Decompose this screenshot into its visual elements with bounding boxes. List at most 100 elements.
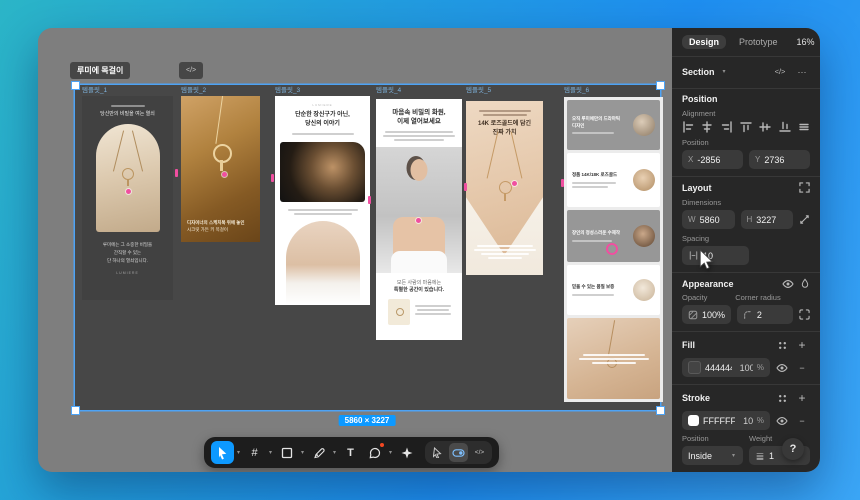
remove-stroke-icon[interactable]: −: [794, 413, 810, 429]
eye-icon[interactable]: [782, 279, 794, 289]
x-position-input[interactable]: X -2856: [682, 150, 743, 169]
dev-mode-toggle[interactable]: [449, 443, 468, 462]
copy-code-icon[interactable]: </>: [772, 64, 788, 80]
notification-dot: [380, 443, 384, 447]
independent-corners-icon[interactable]: [799, 309, 810, 320]
pendant-marker-ring: [606, 243, 618, 255]
tab-design[interactable]: Design: [682, 35, 726, 49]
fill-visibility-eye-icon[interactable]: [776, 363, 788, 373]
tab-prototype[interactable]: Prototype: [732, 35, 785, 49]
frame3-craft-photo: [280, 142, 365, 202]
text-tool[interactable]: T: [339, 441, 362, 464]
move-tool[interactable]: [211, 441, 234, 464]
stroke-color-swatch[interactable]: [688, 415, 699, 426]
spacing-label: Spacing: [682, 234, 810, 243]
section-name-chip[interactable]: 루미에 목걸이: [70, 62, 130, 79]
card-title: 정품 14K/18K 로즈골드: [572, 172, 624, 178]
zoom-level[interactable]: 16%: [797, 37, 815, 47]
feature-card: 정품 14K/18K 로즈골드: [567, 153, 660, 207]
height-input[interactable]: H 3227: [741, 210, 794, 229]
selection-handle-tl[interactable]: [71, 81, 80, 90]
stroke-position-select[interactable]: Inside ▾: [682, 446, 743, 465]
opacity-value: 100%: [702, 310, 725, 320]
stroke-percent: %: [757, 416, 764, 425]
align-h-center-icon[interactable]: [701, 121, 713, 133]
frame4-model-photo: [376, 147, 462, 273]
necklace-chain: [511, 132, 523, 179]
corner-radius-value: 2: [757, 310, 762, 320]
selection-type[interactable]: Section: [682, 67, 715, 77]
shape-tool-chevron[interactable]: ▾: [299, 449, 306, 456]
fill-color-input[interactable]: 444444 100 %: [682, 358, 770, 377]
text-line: [294, 213, 352, 215]
pen-tool-chevron[interactable]: ▾: [331, 449, 338, 456]
frame4-subline: 특별한 공간이 있습니다.: [376, 286, 462, 293]
shape-tool[interactable]: [275, 441, 298, 464]
align-top-icon[interactable]: [740, 121, 752, 133]
feature-card: 오직 루미에만의 드라마틱 디자인: [567, 100, 660, 150]
add-stroke-icon[interactable]: +: [794, 390, 810, 406]
text-line: [572, 186, 608, 188]
comment-tool[interactable]: [363, 441, 386, 464]
remove-fill-icon[interactable]: −: [794, 360, 810, 376]
blend-droplet-icon[interactable]: [800, 278, 810, 289]
fill-color-swatch[interactable]: [688, 361, 701, 374]
frame-label-6[interactable]: 템플릿_6: [564, 84, 662, 94]
align-right-icon[interactable]: [721, 121, 733, 133]
align-bottom-icon[interactable]: [779, 121, 791, 133]
stroke-opacity[interactable]: 10: [743, 416, 753, 426]
stroke-color-input[interactable]: FFFFFF 10 %: [682, 411, 770, 430]
selection-handle-bl[interactable]: [71, 406, 80, 415]
spacing-input[interactable]: 10: [682, 246, 749, 265]
code-mode-button[interactable]: </>: [470, 443, 489, 462]
styles-grid-icon[interactable]: [777, 340, 788, 351]
stroke-styles-grid-icon[interactable]: [777, 393, 788, 404]
add-fill-icon[interactable]: +: [794, 337, 810, 353]
frame1-caption: 당신만의 비밀을 여는 열쇠: [82, 110, 173, 117]
mode-toggle-cluster: </>: [425, 441, 492, 464]
frame5-heading: 14K 로즈골드에 담긴: [466, 120, 543, 129]
fill-opacity[interactable]: 100: [740, 363, 753, 373]
selection-type-chevron[interactable]: ▾: [721, 68, 728, 75]
text-line: [479, 110, 531, 112]
stroke-visibility-eye-icon[interactable]: [776, 416, 788, 426]
frame-label-3[interactable]: 템플릿_3: [275, 84, 369, 94]
pendant-marker: [222, 172, 227, 177]
text-line: [474, 249, 536, 251]
frame-tool[interactable]: #: [243, 441, 266, 464]
text-line: [288, 209, 358, 211]
frame-label-4[interactable]: 템플릿_4: [376, 84, 461, 94]
width-input[interactable]: W 5860: [682, 210, 735, 229]
section-code-chip[interactable]: </>: [179, 62, 203, 79]
frame-5[interactable]: 14K 로즈골드에 담긴 진짜 가치: [466, 101, 543, 275]
align-v-center-icon[interactable]: [759, 121, 771, 133]
expand-layout-icon[interactable]: [799, 182, 810, 193]
design-mode-button[interactable]: [428, 443, 447, 462]
link-dimensions-icon[interactable]: [799, 214, 810, 225]
frame-label-5[interactable]: 템플릿_5: [466, 84, 542, 94]
more-options-icon[interactable]: ···: [794, 64, 810, 80]
selection-size-badge: 5860 × 3227: [339, 415, 396, 426]
opacity-input[interactable]: 100%: [682, 305, 731, 324]
actions-tool[interactable]: [395, 441, 418, 464]
frame-3[interactable]: LUMIERE 단순한 장신구가 아닌, 당신의 이야기: [275, 96, 370, 305]
edge-marker: [368, 196, 371, 204]
pen-icon: [313, 447, 325, 459]
necklace-chain: [608, 320, 615, 356]
selection-handle-br[interactable]: [656, 406, 665, 415]
help-button[interactable]: ?: [782, 438, 804, 460]
move-tool-chevron[interactable]: ▾: [235, 449, 242, 456]
frame-2[interactable]: 디자이너의 스케치북 위에 놓인 시크릿 가든 키 목걸이: [181, 96, 260, 242]
frame-1[interactable]: 당신만의 비밀을 여는 열쇠 루미에는 그 소중한 비밀을 간직할 수 있는 단…: [82, 96, 173, 300]
frame-label-2[interactable]: 템플릿_2: [181, 84, 259, 94]
y-position-input[interactable]: Y 2736: [749, 150, 810, 169]
pen-tool[interactable]: [307, 441, 330, 464]
align-left-icon[interactable]: [682, 121, 694, 133]
tidy-up-icon[interactable]: [798, 121, 810, 133]
frame-label-1[interactable]: 템플릿_1: [82, 84, 172, 94]
selection-handle-tr[interactable]: [656, 81, 665, 90]
comment-tool-chevron[interactable]: ▾: [387, 449, 394, 456]
corner-radius-input[interactable]: 2: [737, 305, 793, 324]
frame-tool-chevron[interactable]: ▾: [267, 449, 274, 456]
edge-marker: [271, 174, 274, 182]
